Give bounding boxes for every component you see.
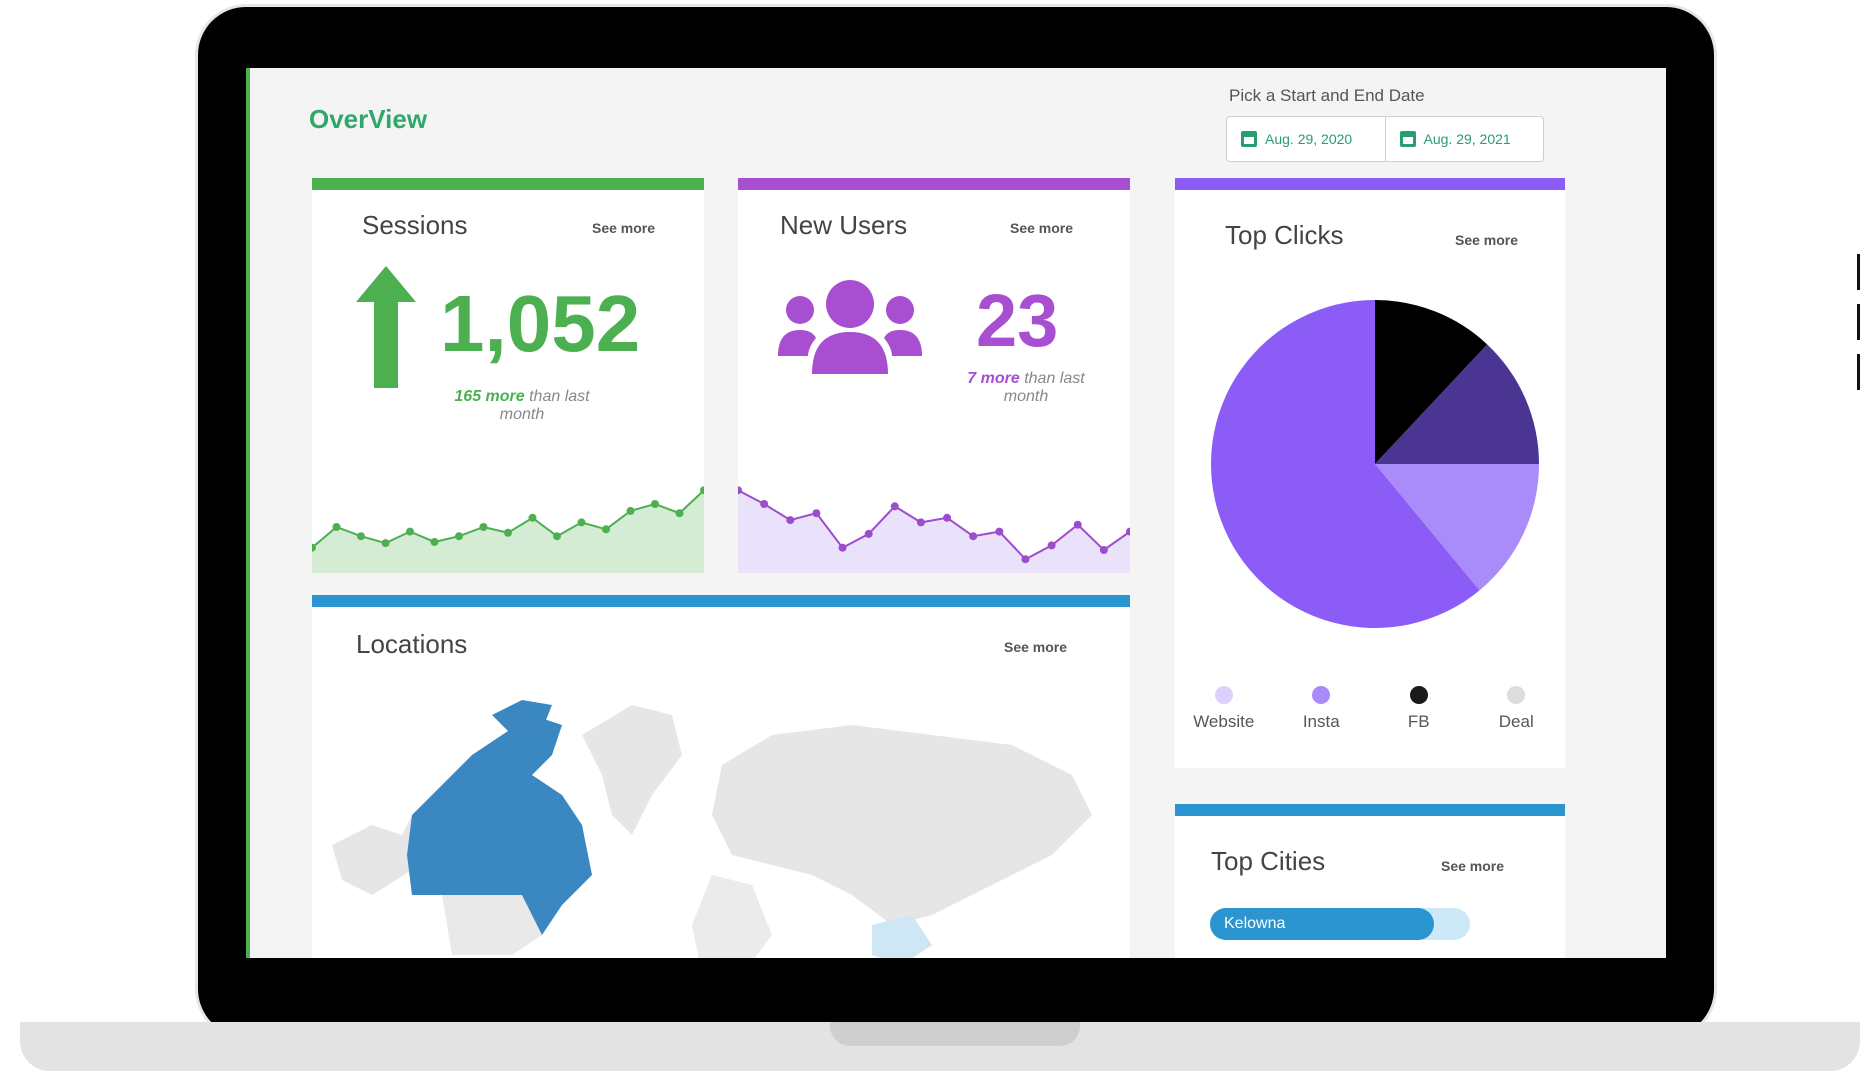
sparkline-point — [1047, 541, 1056, 550]
sparkline-point — [577, 518, 586, 527]
sparkline-point — [786, 516, 795, 525]
date-range-caption: Pick a Start and End Date — [1229, 86, 1425, 105]
sparkline-point — [675, 509, 684, 518]
city-bar-fill: Kelowna — [1210, 908, 1434, 940]
sparkline-point — [838, 543, 847, 552]
sparkline-point — [553, 532, 561, 541]
end-date-value: Aug. 29, 2021 — [1423, 131, 1511, 147]
sparkline-point — [969, 532, 978, 541]
new-users-delta: 7 more than last month — [956, 370, 1096, 406]
sparkline-point — [1073, 520, 1082, 529]
sparkline-point — [357, 532, 365, 541]
see-more-link[interactable]: See more — [1004, 639, 1067, 655]
start-date-value: Aug. 29, 2020 — [1265, 131, 1353, 147]
legend-item-deal[interactable]: Deal — [1468, 686, 1566, 732]
card-title: Sessions — [362, 210, 468, 240]
sparkline-point — [812, 509, 821, 518]
see-more-link[interactable]: See more — [1010, 220, 1073, 236]
calendar-icon — [1241, 131, 1257, 147]
sparkline-point — [760, 500, 769, 508]
start-date-field[interactable]: Aug. 29, 2020 — [1227, 117, 1385, 161]
sparkline-area — [738, 490, 1130, 573]
card-title: Top Clicks — [1225, 220, 1344, 250]
legend-label: FB — [1407, 712, 1430, 731]
date-range-picker: Aug. 29, 2020 Aug. 29, 2021 — [1226, 116, 1544, 162]
legend-dot — [1409, 686, 1428, 704]
top-clicks-card: Top Clicks See more Website Insta FB Deal — [1175, 178, 1565, 768]
sparkline-point — [1099, 546, 1108, 554]
delta-strong: 165 more — [454, 388, 525, 405]
sparkline-point — [528, 513, 537, 522]
sparkline-point — [916, 518, 925, 527]
legend-item-website[interactable]: Website — [1175, 686, 1273, 732]
sessions-card: Sessions See more 1,052 165 more than la… — [312, 178, 704, 573]
card-title: Locations — [356, 629, 468, 659]
sparkline-point — [602, 525, 610, 534]
sparkline-point — [430, 537, 439, 546]
sparkline-point — [995, 527, 1004, 536]
card-accent-bar — [738, 178, 1130, 190]
dashboard-screen: OverView Pick a Start and End Date Aug. … — [246, 68, 1666, 958]
locations-card: Locations See more — [312, 595, 1130, 958]
see-more-link[interactable]: See more — [1441, 858, 1504, 874]
top-cities-card: Top Cities See more Kelowna — [1175, 804, 1565, 958]
end-date-field[interactable]: Aug. 29, 2021 — [1384, 117, 1544, 161]
see-more-link[interactable]: See more — [1455, 232, 1518, 248]
card-accent-bar — [1175, 178, 1565, 190]
arrow-up-icon — [356, 266, 416, 388]
card-title: Top Cities — [1211, 846, 1326, 876]
legend-dot — [1507, 686, 1526, 704]
legend-label: Website — [1193, 712, 1255, 731]
sidebar-accent-line — [246, 68, 250, 958]
legend-item-fb[interactable]: FB — [1370, 686, 1468, 732]
world-map[interactable] — [332, 695, 1122, 958]
laptop-notch — [830, 1022, 1080, 1046]
legend-dot — [1214, 686, 1233, 704]
legend-item-insta[interactable]: Insta — [1273, 686, 1371, 732]
card-title: New Users — [780, 210, 908, 240]
sparkline-point — [479, 523, 488, 531]
city-bar[interactable]: Kelowna — [1210, 908, 1470, 940]
sparkline-point — [406, 527, 414, 536]
legend-label: Deal — [1498, 712, 1534, 731]
sparkline-point — [504, 528, 512, 537]
sparkline-point — [1021, 555, 1030, 564]
legend-label: Insta — [1302, 712, 1340, 731]
top-clicks-pie-chart[interactable] — [1209, 298, 1541, 630]
delta-strong: 7 more — [967, 370, 1020, 387]
sparkline-point — [455, 532, 463, 541]
sparkline-point — [890, 502, 899, 511]
sessions-delta: 165 more than last month — [442, 388, 602, 424]
pie-legend: Website Insta FB Deal — [1175, 686, 1565, 732]
sparkline-point — [332, 523, 341, 531]
calendar-icon — [1399, 131, 1416, 147]
sparkline-point — [651, 500, 659, 508]
users-group-icon — [778, 280, 922, 374]
see-more-link[interactable]: See more — [592, 220, 655, 236]
new-users-card: New Users See more 23 7 more than last m… — [738, 178, 1130, 573]
sparkline-point — [864, 529, 873, 538]
card-accent-bar — [312, 178, 704, 190]
page-title: OverView — [309, 104, 428, 134]
sessions-value: 1,052 — [440, 279, 641, 368]
legend-dot — [1312, 686, 1331, 704]
sparkline-point — [943, 513, 952, 522]
card-accent-bar — [1175, 804, 1565, 816]
card-accent-bar — [312, 595, 1130, 607]
new-users-value: 23 — [976, 279, 1059, 362]
sparkline-point — [626, 506, 635, 515]
sparkline-point — [381, 539, 390, 548]
new-users-sparkline — [738, 486, 1130, 573]
sessions-sparkline — [312, 486, 704, 573]
